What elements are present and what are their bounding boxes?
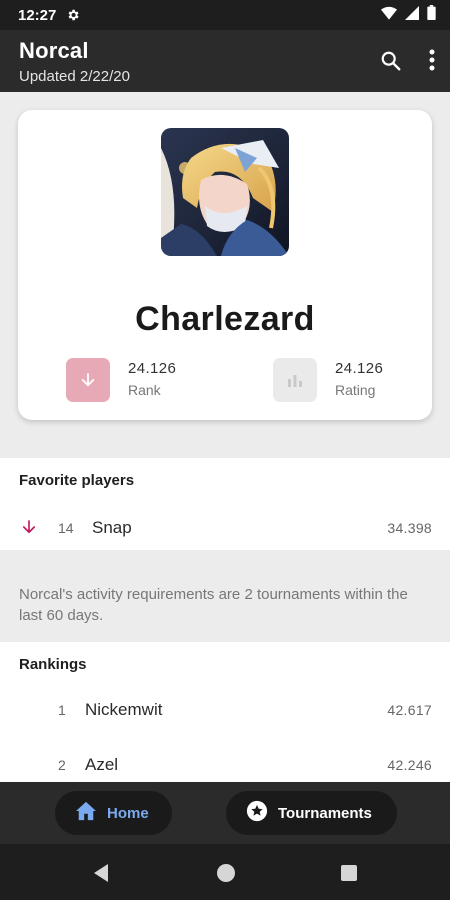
app-title: Norcal	[19, 38, 89, 63]
nav-home-button[interactable]: Home	[55, 791, 172, 835]
nav-tournaments-button[interactable]: Tournaments	[226, 791, 397, 835]
ranking-rating: 42.246	[387, 757, 432, 773]
ranking-rating: 42.617	[387, 702, 432, 718]
star-circle-icon	[246, 800, 268, 827]
ranking-position: 2	[58, 757, 66, 773]
wifi-icon	[381, 6, 397, 25]
status-bar: 12:27	[0, 0, 450, 30]
app-bar: Norcal Updated 2/22/20	[0, 30, 450, 92]
signal-icon	[405, 5, 419, 25]
favorite-player-rating: 34.398	[387, 520, 432, 536]
rank-down-icon	[66, 358, 110, 402]
rank-value: 24.126	[128, 360, 177, 377]
favorite-player-name: Snap	[92, 518, 132, 537]
rating-value: 24.126	[335, 360, 384, 377]
trend-down-icon	[20, 518, 38, 541]
settings-gear-icon	[66, 8, 80, 22]
app-subtitle: Updated 2/22/20	[19, 68, 130, 85]
favorite-player-rank: 14	[58, 520, 74, 536]
rank-label: Rank	[128, 382, 161, 398]
back-icon[interactable]	[90, 862, 112, 884]
player-name: Charlezard	[135, 300, 315, 338]
home-icon	[75, 801, 97, 826]
system-navigation-bar	[0, 844, 450, 900]
main-content[interactable]: Charlezard 24.126 Rank 24.126 Rating Fav…	[0, 92, 450, 782]
search-icon[interactable]	[378, 48, 404, 74]
ranking-player-name: Nickemwit	[85, 700, 163, 719]
ranking-row[interactable]: 1 Nickemwit 42.617	[0, 690, 450, 730]
nav-tournaments-label: Tournaments	[278, 804, 372, 822]
rating-label: Rating	[335, 382, 376, 398]
status-time: 12:27	[18, 6, 57, 24]
ranking-player-name: Azel	[85, 755, 119, 774]
favorite-players-section: Favorite players 14 Snap 34.398	[0, 458, 450, 550]
ranking-row[interactable]: 2 Azel 42.246	[0, 745, 450, 782]
battery-icon	[427, 5, 436, 25]
activity-requirements-note: Norcal's activity requirements are 2 tou…	[19, 586, 408, 624]
rankings-section: Rankings 1 Nickemwit 42.617 2 Azel 42.24…	[0, 642, 450, 782]
home-circle-icon[interactable]	[215, 862, 237, 884]
player-avatar	[161, 128, 289, 256]
rankings-title: Rankings	[19, 656, 87, 673]
ranking-position: 1	[58, 702, 66, 718]
recent-apps-icon[interactable]	[338, 862, 360, 884]
favorite-players-title: Favorite players	[19, 472, 135, 489]
nav-home-label: Home	[107, 804, 149, 822]
profile-card: Charlezard 24.126 Rank 24.126 Rating	[18, 110, 432, 420]
bottom-navigation: Home Tournaments	[0, 782, 450, 844]
favorite-player-row[interactable]: 14 Snap 34.398	[0, 508, 450, 548]
bar-chart-icon	[273, 358, 317, 402]
more-vert-icon[interactable]	[420, 46, 444, 74]
